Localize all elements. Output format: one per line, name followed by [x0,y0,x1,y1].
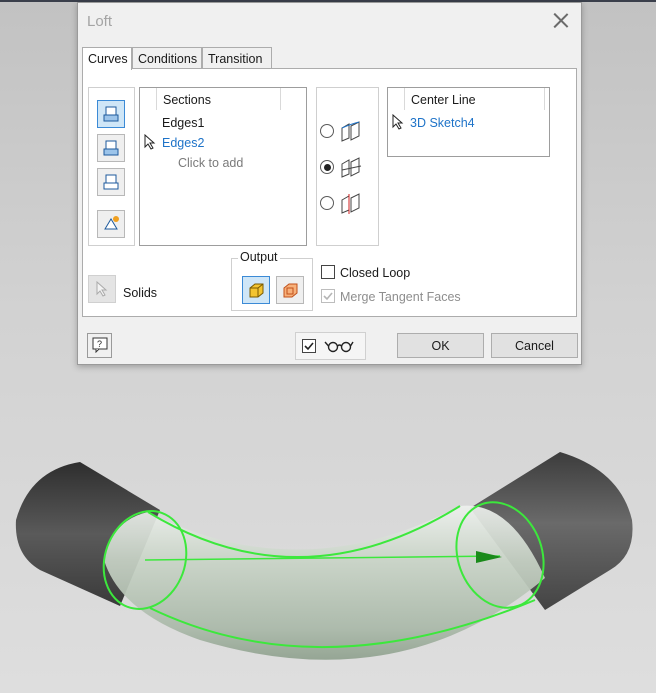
checkmark-icon [304,342,314,351]
loft-preview-tube [104,505,545,660]
loft-type-centerline-radio[interactable] [320,160,334,174]
point-mapping-button[interactable] [97,210,125,238]
cancel-button[interactable]: Cancel [491,333,578,358]
sections-select-icon [103,106,119,122]
select-centerline-button[interactable] [97,168,125,196]
help-button[interactable]: ? [87,333,112,358]
solids-select-button[interactable] [88,275,116,303]
select-rails-button[interactable] [97,134,125,162]
select-sections-button[interactable] [97,100,125,128]
glasses-icon [324,341,354,353]
section-item[interactable]: Edges2 [162,136,204,150]
output-legend: Output [238,250,280,264]
merge-tangent-checkbox[interactable] [321,289,335,303]
close-icon[interactable] [553,12,569,28]
sections-list[interactable]: Sections Edges1 Edges2 Click to add [139,87,307,246]
loft-type-rails-radio[interactable] [320,124,334,138]
svg-text:?: ? [97,339,102,349]
center-line-item[interactable]: 3D Sketch4 [410,116,475,130]
solid-output-icon [249,283,264,298]
loft-type-area-radio[interactable] [320,196,334,210]
closed-loop-label: Closed Loop [340,266,411,280]
loft-dialog: Loft Curves Conditions Transition Sectio… [77,2,582,365]
output-solid-button[interactable] [242,276,270,304]
ok-button[interactable]: OK [397,333,484,358]
tab-conditions[interactable]: Conditions [132,47,202,69]
preview-group [295,332,366,360]
output-surface-button[interactable] [276,276,304,304]
tab-transition[interactable]: Transition [202,47,272,69]
loft-type-group [316,87,379,246]
checkmark-icon [323,292,333,301]
centerline-select-icon [103,174,119,190]
merge-tangent-label: Merge Tangent Faces [340,290,461,304]
section-add-placeholder[interactable]: Click to add [178,156,243,170]
curves-tab-panel: Sections Edges1 Edges2 Click to add Cent… [82,68,577,317]
cursor-arrow-icon [96,281,108,297]
preview-checkbox[interactable] [302,339,316,353]
selection-toolbar [88,87,135,246]
center-line-header: Center Line [411,93,476,107]
center-line-list[interactable]: Center Line 3D Sketch4 [387,87,550,157]
tab-curves[interactable]: Curves [82,47,132,70]
rails-icon [341,121,360,142]
area-loft-icon [341,193,360,214]
sections-header: Sections [163,93,211,107]
surface-output-icon [283,283,298,298]
solids-label: Solids [123,286,158,300]
point-mapping-icon [104,216,119,230]
output-group: Output [231,250,313,311]
cursor-arrow-icon [392,114,404,130]
center-line-icon [341,157,362,178]
closed-loop-checkbox[interactable] [321,265,335,279]
cursor-arrow-icon [144,134,156,150]
rails-select-icon [103,140,119,156]
section-item[interactable]: Edges1 [162,116,204,130]
help-icon: ? [92,337,107,354]
dialog-title: Loft [87,13,113,30]
